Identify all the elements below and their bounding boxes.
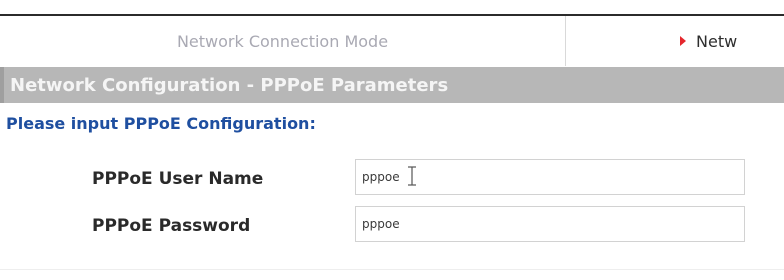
section-header-cap bbox=[0, 67, 4, 103]
tab-bar: Network Connection Mode Netw bbox=[0, 16, 784, 66]
user-name-label: PPPoE User Name bbox=[92, 169, 264, 189]
config-prompt: Please input PPPoE Configuration: bbox=[0, 106, 784, 140]
section-title: Network Configuration - PPPoE Parameters bbox=[10, 74, 449, 96]
tab-network-connection-mode[interactable]: Network Connection Mode bbox=[0, 16, 566, 66]
pppoe-config-panel: Network Connection Mode Netw Network Con… bbox=[0, 14, 784, 280]
tab-label: Netw bbox=[696, 31, 738, 51]
tab-network-active[interactable]: Netw bbox=[566, 16, 784, 66]
user-name-row: PPPoE User Name bbox=[0, 157, 784, 201]
right-triangle-icon bbox=[680, 36, 686, 46]
password-input[interactable] bbox=[355, 206, 745, 242]
user-name-input[interactable] bbox=[355, 159, 745, 195]
password-label: PPPoE Password bbox=[92, 216, 251, 236]
password-row: PPPoE Password bbox=[0, 204, 784, 248]
section-header: Network Configuration - PPPoE Parameters bbox=[0, 67, 784, 103]
tab-label: Network Connection Mode bbox=[176, 31, 389, 51]
prompt-text: Please input PPPoE Configuration: bbox=[6, 113, 316, 133]
divider bbox=[0, 269, 784, 270]
